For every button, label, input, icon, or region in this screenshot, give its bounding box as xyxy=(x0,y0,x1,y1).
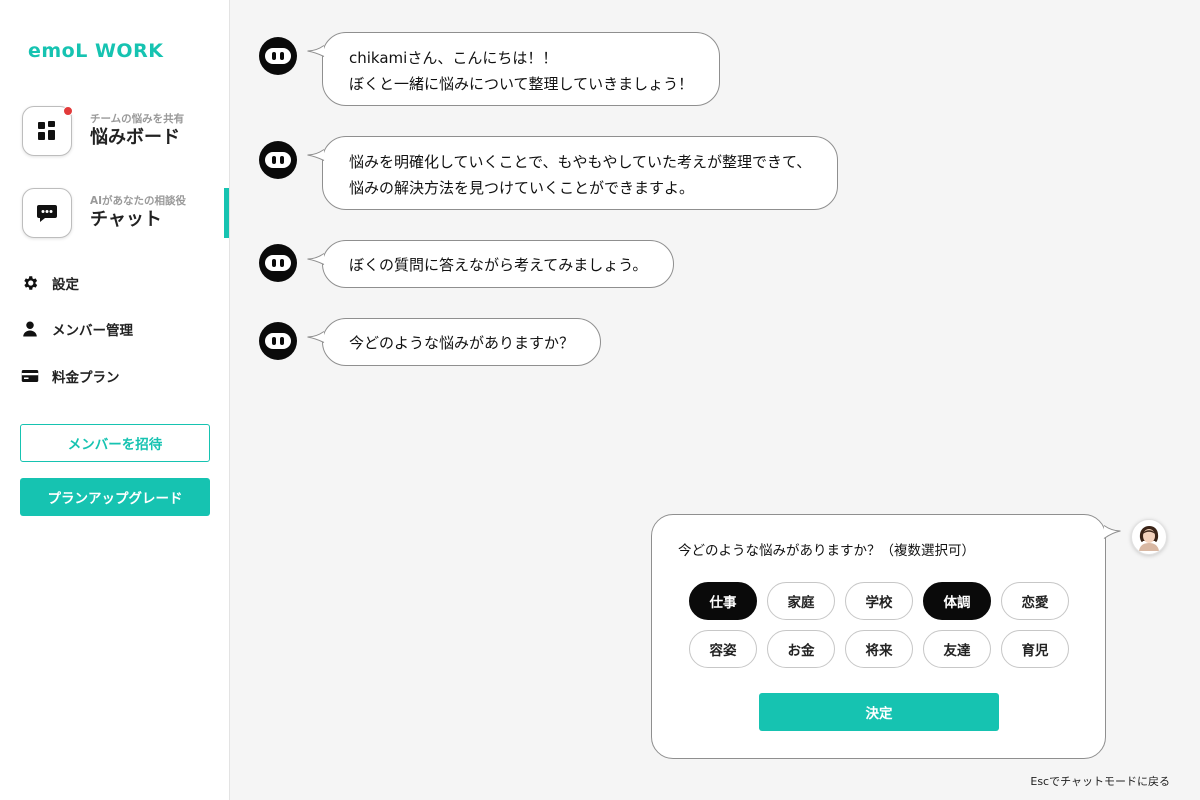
bot-face-icon xyxy=(265,48,291,64)
nav-chat[interactable]: AIがあなたの相談役 チャット xyxy=(22,187,230,239)
option-chip-appearance[interactable]: 容姿 xyxy=(689,630,757,668)
upgrade-plan-button[interactable]: プランアップグレード xyxy=(20,478,210,516)
chat-message: 今どのような悩みがありますか？ xyxy=(307,318,602,366)
bot-avatar xyxy=(259,141,297,179)
chat-message: chikamiさん、こんにちは！！ ぼくと一緒に悩みについて整理していきましょう… xyxy=(307,32,721,106)
chat-message: 悩みを明確化していくことで、もやもやしていた考えが整理できて、 悩みの解決方法を… xyxy=(307,136,839,210)
bot-avatar xyxy=(259,37,297,75)
option-chips: 仕事 家庭 学校 体調 恋愛 容姿 お金 将来 友達 育児 xyxy=(689,582,1089,668)
menu-label: 設定 xyxy=(52,277,79,293)
menu-member-management[interactable]: メンバー管理 xyxy=(20,317,133,341)
menu-pricing-plan[interactable]: 料金プラン xyxy=(20,364,120,388)
bubble-tail xyxy=(307,149,325,161)
option-chip-family[interactable]: 家庭 xyxy=(767,582,835,620)
option-chip-money[interactable]: お金 xyxy=(767,630,835,668)
sidebar: emoL WORK チームの悩みを共有 悩みボード AIがあなたの相談役 チャッ… xyxy=(0,0,230,800)
person-icon xyxy=(20,319,40,339)
option-chip-romance[interactable]: 恋愛 xyxy=(1001,582,1069,620)
nav-worry-board[interactable]: チームの悩みを共有 悩みボード xyxy=(22,105,230,157)
option-chip-future[interactable]: 将来 xyxy=(845,630,913,668)
menu-label: メンバー管理 xyxy=(52,323,133,339)
menu-label: 料金プラン xyxy=(52,370,120,386)
menu-settings[interactable]: 設定 xyxy=(20,271,79,295)
message-line: ぼくの質問に答えながら考えてみましょう。 xyxy=(349,256,648,274)
message-line: chikamiさん、こんにちは！！ xyxy=(349,49,558,67)
message-line: 悩みを明確化していくことで、もやもやしていた考えが整理できて、 xyxy=(349,153,812,171)
nav-subtitle: AIがあなたの相談役 xyxy=(90,195,187,207)
card-icon xyxy=(20,366,40,386)
option-chip-childcare[interactable]: 育児 xyxy=(1001,630,1069,668)
nav-title: チャット xyxy=(90,209,162,230)
bot-face-icon xyxy=(265,333,291,349)
notification-badge xyxy=(63,106,73,116)
nav-title: 悩みボード xyxy=(90,127,180,148)
chat-message: ぼくの質問に答えながら考えてみましょう。 xyxy=(307,240,675,288)
bubble-tail xyxy=(307,45,325,57)
grid-icon xyxy=(22,106,73,156)
option-chip-friends[interactable]: 友達 xyxy=(923,630,991,668)
option-chip-health[interactable]: 体調 xyxy=(923,582,991,620)
submit-button[interactable]: 決定 xyxy=(759,693,999,731)
gear-icon xyxy=(20,273,40,293)
bot-face-icon xyxy=(265,152,291,168)
bot-face-icon xyxy=(265,255,291,271)
active-indicator xyxy=(224,188,229,238)
question-panel: 今どのような悩みがありますか？（複数選択可） 仕事 家庭 学校 体調 恋愛 容姿… xyxy=(651,514,1121,759)
user-avatar xyxy=(1131,519,1167,555)
bubble-tail xyxy=(307,253,325,265)
bot-avatar xyxy=(259,322,297,360)
option-chip-work[interactable]: 仕事 xyxy=(689,582,757,620)
app-logo[interactable]: emoL WORK xyxy=(28,40,163,62)
bubble-tail xyxy=(307,331,325,343)
panel-tail xyxy=(1103,525,1121,539)
user-photo-icon xyxy=(1139,526,1159,551)
question-text: 今どのような悩みがありますか？（複数選択可） xyxy=(678,543,975,559)
message-line: ぼくと一緒に悩みについて整理していきましょう！ xyxy=(349,75,694,93)
bot-avatar xyxy=(259,244,297,282)
message-line: 今どのような悩みがありますか？ xyxy=(349,334,575,352)
nav-subtitle: チームの悩みを共有 xyxy=(90,113,185,125)
option-chip-school[interactable]: 学校 xyxy=(845,582,913,620)
invite-member-button[interactable]: メンバーを招待 xyxy=(20,424,210,462)
message-line: 悩みの解決方法を見つけていくことができますよ。 xyxy=(349,179,695,197)
chat-icon xyxy=(22,188,72,238)
esc-hint: Escでチャットモードに戻る xyxy=(1030,775,1170,788)
